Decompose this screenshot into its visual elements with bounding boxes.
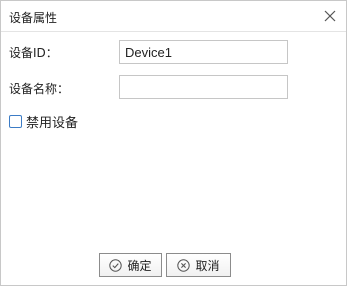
x-circle-icon bbox=[177, 258, 191, 272]
disable-device-option[interactable]: 禁用设备 bbox=[9, 113, 79, 131]
device-id-input[interactable] bbox=[119, 40, 288, 64]
cancel-button[interactable]: 取消 bbox=[166, 253, 231, 277]
device-name-input[interactable] bbox=[119, 75, 288, 99]
title-bar: 设备属性 bbox=[1, 1, 346, 32]
dialog-title: 设备属性 bbox=[9, 11, 58, 25]
check-circle-icon bbox=[109, 258, 123, 272]
cancel-button-label: 取消 bbox=[195, 258, 220, 273]
device-name-label: 设备名称： bbox=[9, 82, 70, 96]
disable-device-label: 禁用设备 bbox=[26, 115, 79, 131]
close-icon bbox=[324, 10, 336, 22]
device-properties-dialog: 设备属性 设备ID： 设备名称： 禁用设备 确定 bbox=[0, 0, 347, 286]
ok-button[interactable]: 确定 bbox=[99, 253, 162, 277]
ok-button-label: 确定 bbox=[127, 258, 152, 273]
device-id-label: 设备ID： bbox=[9, 46, 58, 60]
close-button[interactable] bbox=[323, 9, 337, 23]
disable-device-checkbox[interactable] bbox=[9, 114, 22, 128]
